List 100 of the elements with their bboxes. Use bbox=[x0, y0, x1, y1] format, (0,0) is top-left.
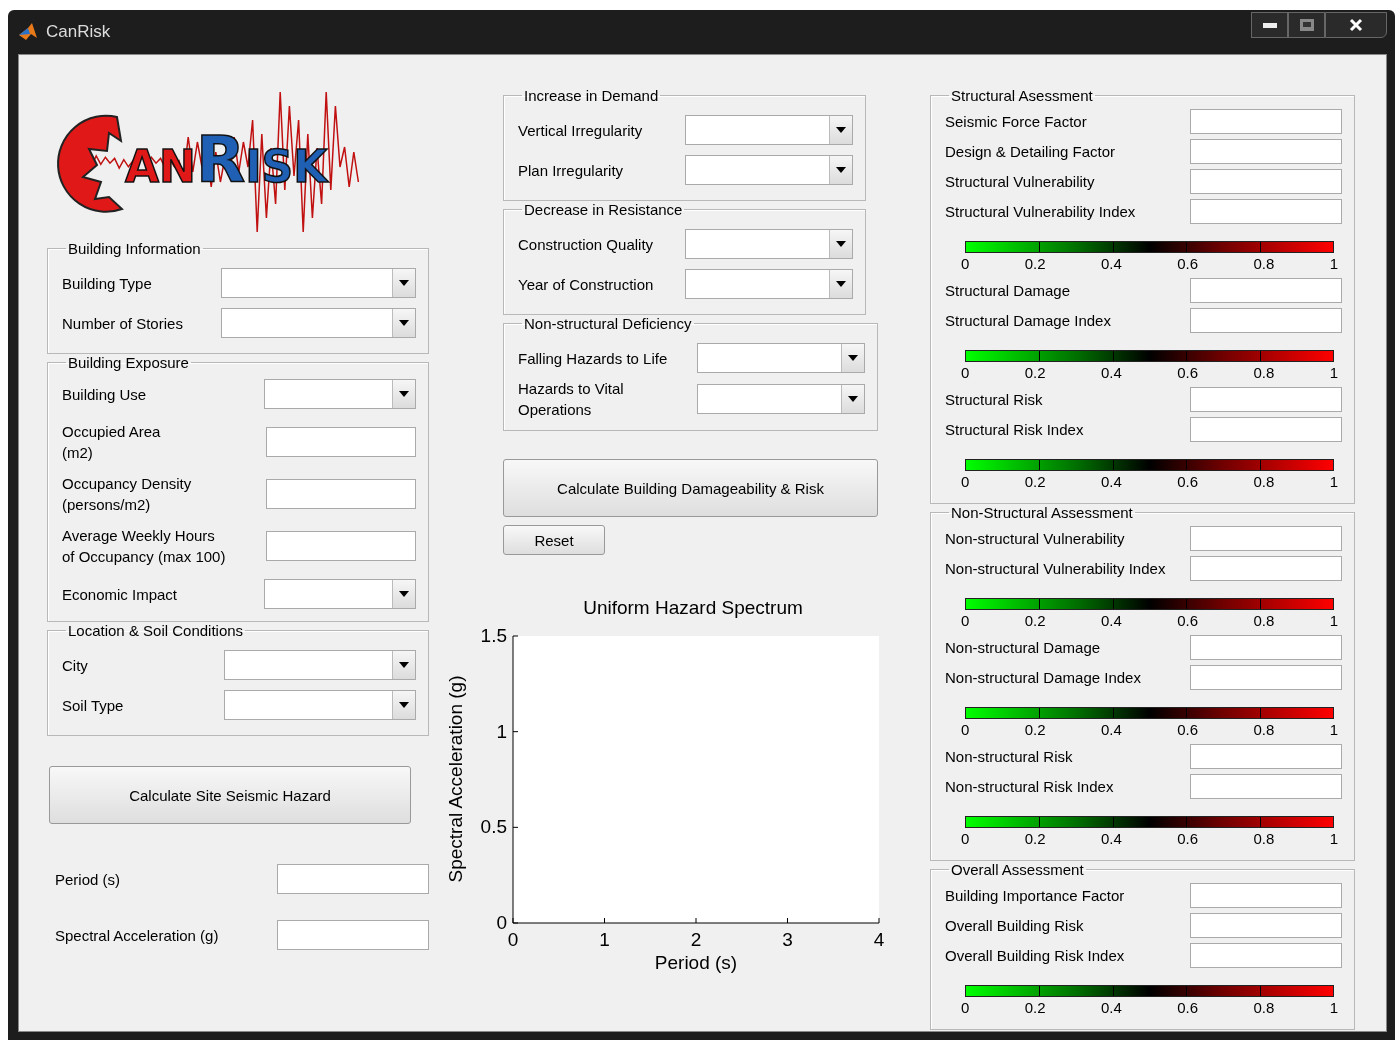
axis-title: Period (s) bbox=[654, 952, 738, 973]
field-label: Construction Quality bbox=[518, 234, 654, 255]
caret-icon bbox=[836, 281, 846, 287]
text-field[interactable] bbox=[277, 920, 429, 950]
dropdown[interactable] bbox=[224, 650, 416, 680]
dropdown[interactable] bbox=[221, 268, 416, 298]
dropdown[interactable] bbox=[685, 229, 853, 259]
window-title: CanRisk bbox=[46, 22, 112, 42]
tick-label: 0 bbox=[961, 830, 970, 847]
dropdown[interactable] bbox=[224, 690, 416, 720]
text-field[interactable] bbox=[1190, 942, 1342, 968]
app-icon bbox=[18, 22, 38, 42]
tick-label: 0.2 bbox=[1024, 364, 1046, 381]
caret-icon bbox=[399, 591, 409, 597]
close-icon bbox=[1349, 18, 1363, 32]
tick-label: 0.4 bbox=[1100, 612, 1122, 629]
dropdown[interactable] bbox=[697, 384, 865, 414]
axis-tick-label: 3 bbox=[782, 929, 793, 950]
axis-tick-label: 0 bbox=[496, 912, 507, 933]
field-label: Non-structural Damage Index bbox=[945, 667, 1141, 688]
tick-label: 0 bbox=[961, 612, 970, 629]
tick-label: 1 bbox=[1329, 364, 1338, 381]
push-button[interactable]: Calculate Site Seismic Hazard bbox=[49, 766, 411, 824]
text-field[interactable] bbox=[1190, 664, 1342, 690]
field-label: Structural Vulnerability bbox=[945, 171, 1095, 192]
group-title: Decrease in Resistance bbox=[523, 201, 684, 218]
text-field[interactable] bbox=[1190, 634, 1342, 660]
field-label: Average Weekly Hours of Occupancy (max 100) bbox=[62, 526, 226, 567]
field-label: Building Type bbox=[62, 273, 152, 294]
chart-title: Uniform Hazard Spectrum bbox=[583, 597, 803, 618]
axis-tick-label: 1.5 bbox=[480, 625, 507, 646]
field-label: Economic Impact bbox=[62, 584, 178, 605]
text-field[interactable] bbox=[1190, 168, 1342, 194]
dropdown[interactable] bbox=[685, 155, 853, 185]
tick-label: 1 bbox=[1329, 721, 1338, 738]
text-field[interactable] bbox=[1190, 773, 1342, 799]
dropdown[interactable] bbox=[264, 579, 416, 609]
text-field[interactable] bbox=[1190, 743, 1342, 769]
field-label: Structural Damage bbox=[945, 280, 1071, 301]
field-label: Vertical Irregularity bbox=[518, 120, 643, 141]
text-field[interactable] bbox=[1190, 912, 1342, 938]
text-field[interactable] bbox=[1190, 555, 1342, 581]
tick-label: 0.6 bbox=[1177, 721, 1199, 738]
maximize-button[interactable] bbox=[1288, 12, 1325, 38]
dropdown[interactable] bbox=[685, 269, 853, 299]
push-button[interactable]: Reset bbox=[503, 525, 605, 555]
axis-tick-label: 1 bbox=[599, 929, 610, 950]
text-field[interactable] bbox=[1190, 108, 1342, 134]
group-title: Non-structural Deficiency bbox=[523, 315, 693, 332]
caret-icon bbox=[836, 241, 846, 247]
text-field[interactable] bbox=[1190, 198, 1342, 224]
caret-icon bbox=[848, 396, 858, 402]
tick-label: 0.8 bbox=[1253, 721, 1275, 738]
text-field[interactable] bbox=[1190, 277, 1342, 303]
tick-label: 0.8 bbox=[1253, 999, 1275, 1016]
axis-tick-label: 0.5 bbox=[480, 816, 507, 838]
minimize-button[interactable] bbox=[1251, 12, 1288, 38]
field-label: Plan Irregularity bbox=[518, 160, 624, 181]
tick-label: 0 bbox=[961, 364, 970, 381]
field-label: Seismic Force Factor bbox=[945, 111, 1087, 132]
text-field[interactable] bbox=[1190, 307, 1342, 333]
caret-icon bbox=[399, 662, 409, 668]
field-label: Structural Vulnerability Index bbox=[945, 201, 1136, 222]
field-label: Design & Detailing Factor bbox=[945, 141, 1116, 162]
field-label: Year of Construction bbox=[518, 274, 654, 295]
tick-label: 0.6 bbox=[1177, 999, 1199, 1016]
tick-label: 0.4 bbox=[1100, 255, 1122, 272]
field-label: Soil Type bbox=[62, 695, 124, 716]
text-field[interactable] bbox=[266, 479, 416, 509]
text-field[interactable] bbox=[1190, 416, 1342, 442]
text-field[interactable] bbox=[1190, 525, 1342, 551]
field-label: Non-structural Vulnerability Index bbox=[945, 558, 1166, 579]
close-button[interactable] bbox=[1325, 12, 1387, 38]
dropdown[interactable] bbox=[685, 115, 853, 145]
text-field[interactable] bbox=[1190, 882, 1342, 908]
tick-label: 0.2 bbox=[1024, 473, 1046, 490]
dropdown[interactable] bbox=[221, 308, 416, 338]
tick-label: 0.2 bbox=[1024, 999, 1046, 1016]
text-field[interactable] bbox=[1190, 138, 1342, 164]
group-title: Location & Soil Conditions bbox=[67, 622, 245, 639]
tick-label: 1 bbox=[1329, 255, 1338, 272]
group-title: Building Information bbox=[67, 240, 202, 257]
tick-label: 0.4 bbox=[1100, 999, 1122, 1016]
tick-label: 0.4 bbox=[1100, 830, 1122, 847]
caret-icon bbox=[399, 280, 409, 286]
dropdown[interactable] bbox=[697, 343, 865, 373]
text-field[interactable] bbox=[266, 427, 416, 457]
text-field[interactable] bbox=[266, 531, 416, 561]
tick-label: 1 bbox=[1329, 473, 1338, 490]
text-field[interactable] bbox=[277, 864, 429, 894]
caret-icon bbox=[399, 702, 409, 708]
dropdown[interactable] bbox=[264, 379, 416, 409]
tick-label: 0.8 bbox=[1253, 473, 1275, 490]
text-field[interactable] bbox=[1190, 386, 1342, 412]
push-button[interactable]: Calculate Building Damageability & Risk bbox=[503, 459, 878, 517]
group-title: Structural Asessment bbox=[950, 87, 1094, 104]
caret-icon bbox=[836, 167, 846, 173]
field-label: Non-structural Damage bbox=[945, 637, 1101, 658]
minimize-icon bbox=[1261, 21, 1278, 29]
field-label: Hazards to Vital Operations bbox=[518, 379, 624, 420]
